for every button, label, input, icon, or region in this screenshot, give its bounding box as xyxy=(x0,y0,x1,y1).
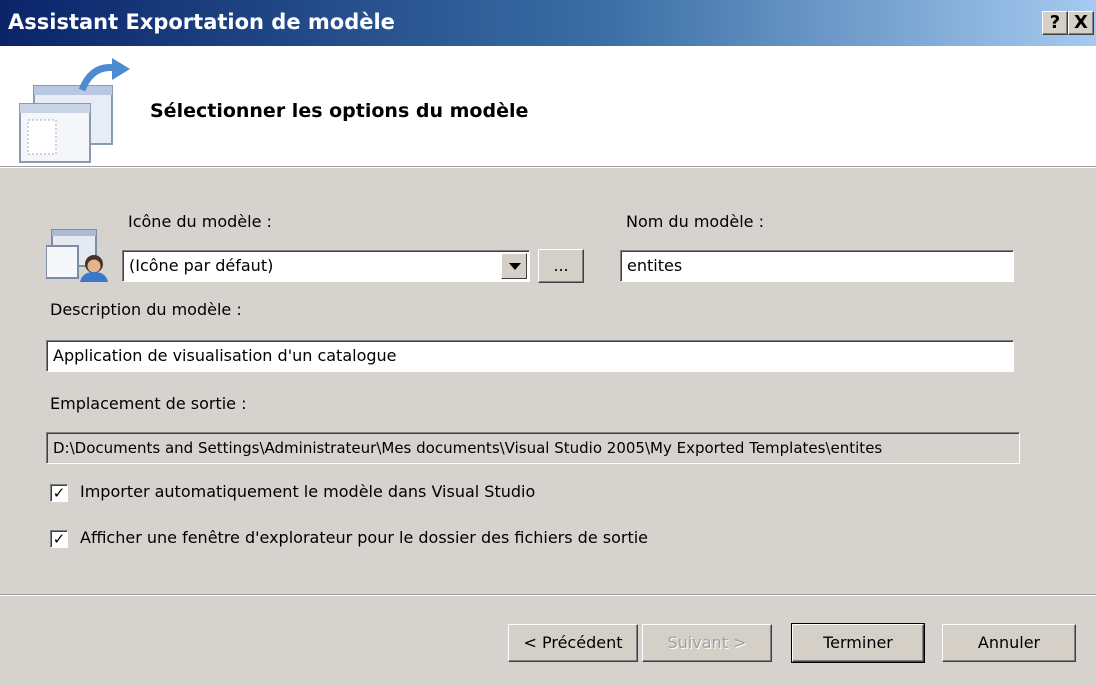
next-button[interactable]: Suivant > xyxy=(642,624,772,662)
help-button[interactable]: ? xyxy=(1042,11,1068,35)
cancel-button[interactable]: Annuler xyxy=(942,624,1076,662)
explorer-checkbox[interactable]: ✓ xyxy=(50,530,68,548)
window-title: Assistant Exportation de modèle xyxy=(8,10,395,34)
page-title: Sélectionner les options du modèle xyxy=(150,100,529,122)
header-divider-highlight xyxy=(0,167,1096,168)
template-icon-select[interactable]: (Icône par défaut) xyxy=(122,250,530,282)
import-checkbox-label[interactable]: Importer automatiquement le modèle dans … xyxy=(80,482,535,501)
template-icon-preview xyxy=(46,229,108,282)
output-location-label: Emplacement de sortie : xyxy=(50,394,247,413)
title-bar: Assistant Exportation de modèle ? X xyxy=(0,0,1096,46)
import-checkbox[interactable]: ✓ xyxy=(50,484,68,502)
finish-button[interactable]: Terminer xyxy=(791,623,925,663)
template-icon-label: Icône du modèle : xyxy=(128,212,272,231)
close-button[interactable]: X xyxy=(1068,11,1094,35)
previous-button[interactable]: < Précédent xyxy=(508,624,638,662)
description-label: Description du modèle : xyxy=(50,300,242,319)
explorer-checkbox-label[interactable]: Afficher une fenêtre d'explorateur pour … xyxy=(80,528,648,547)
template-icon-select-value: (Icône par défaut) xyxy=(129,256,274,275)
template-name-label: Nom du modèle : xyxy=(626,212,764,231)
chevron-down-icon[interactable] xyxy=(501,253,527,279)
footer-divider-highlight xyxy=(0,595,1096,596)
description-input[interactable]: Application de visualisation d'un catalo… xyxy=(46,340,1014,372)
browse-icon-button[interactable]: ... xyxy=(538,249,584,283)
export-template-icon xyxy=(19,58,130,163)
output-location-field: D:\Documents and Settings\Administrateur… xyxy=(46,432,1020,464)
template-name-input[interactable]: entites xyxy=(620,250,1014,282)
